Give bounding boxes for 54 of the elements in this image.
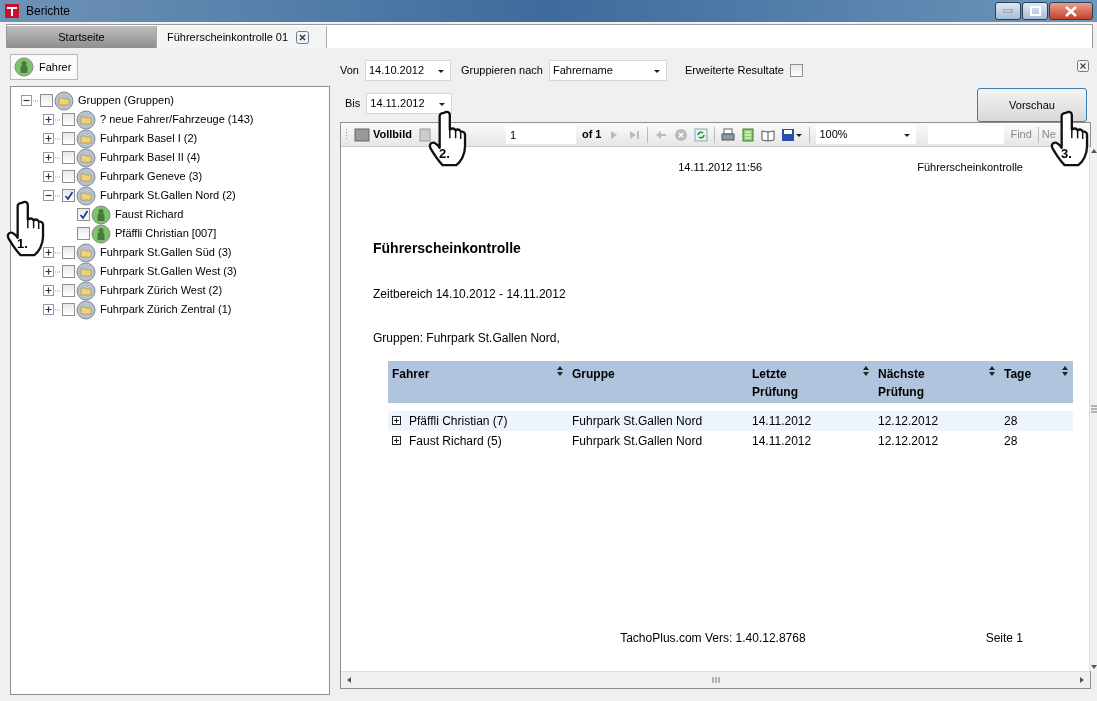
tree-item[interactable]: Fuhrpark St.Gallen Nord (2): [100, 187, 236, 204]
page-count-label: of: [581, 127, 593, 143]
report-title: Führerscheinkontrolle: [373, 238, 522, 258]
table-cell: 28: [1004, 433, 1018, 448]
date-picker[interactable]: 14.11.2012: [366, 93, 453, 114]
table-cell: 28: [1004, 413, 1018, 428]
report-date-range: Zeitbereich 14.10.2012 - 14.11.2012: [373, 285, 567, 303]
dropdown[interactable]: Fahrername: [548, 60, 667, 81]
table-cell: Fuhrpark St.Gallen Nord: [572, 433, 703, 448]
page-number: Seite 1: [985, 630, 1023, 647]
field-label: Gruppieren nach: [460, 63, 543, 79]
page-count: 1: [595, 127, 602, 143]
table-cell: 12.12.2012: [878, 413, 939, 428]
step-label: 2.: [439, 147, 450, 160]
tab[interactable]: Startseite: [7, 26, 157, 48]
field-label: Von: [340, 63, 359, 79]
zoom-dropdown[interactable]: 100%: [816, 125, 917, 144]
tree-item[interactable]: Fuhrpark Zürich West (2): [100, 282, 223, 299]
report-header-title: Führerscheinkontrolle: [917, 160, 1023, 175]
column-header[interactable]: Nächste Prüfung: [874, 360, 1000, 403]
window-title: Berichte: [26, 3, 71, 20]
table-cell: 14.11.2012: [752, 413, 812, 428]
table-cell-text: Faust Richard (5): [409, 432, 502, 450]
tree-item[interactable]: Fuhrpark St.Gallen West (3): [100, 263, 237, 280]
report-timestamp: 14.11.2012 11:56: [678, 160, 763, 175]
table-cell-text: Pfäffli Christian (7): [409, 412, 508, 430]
tree-item[interactable]: Faust Richard: [115, 206, 184, 223]
field-label: Bis: [345, 96, 361, 112]
tree-item[interactable]: Fuhrpark St.Gallen Süd (3): [100, 244, 232, 261]
tree-item[interactable]: Gruppen (Gruppen): [78, 92, 174, 109]
field-label: Erweiterte Resultate: [684, 63, 784, 79]
table-cell: Fuhrpark St.Gallen Nord: [572, 413, 703, 428]
table-cell: 14.11.2012: [752, 433, 812, 448]
report-footer-version: TachoPlus.com Vers: 1.40.12.8768: [620, 630, 806, 647]
tree-item[interactable]: Fuhrpark Basel II (4): [100, 149, 201, 166]
step-label: 1.: [17, 237, 28, 250]
tree-item[interactable]: Fuhrpark Basel I (2): [100, 130, 198, 147]
tree-item[interactable]: Fuhrpark Zürich Zentral (1): [100, 301, 232, 318]
tree-item[interactable]: ? neue Fahrer/Fahrzeuge (143): [100, 111, 254, 128]
column-header[interactable]: Fahrer: [388, 360, 568, 403]
column-header[interactable]: Letzte Prüfung: [748, 360, 874, 403]
page-field[interactable]: 1: [505, 125, 576, 144]
tree-item[interactable]: Pfäffli Christian [007]: [115, 225, 217, 242]
step-label: 3.: [1061, 147, 1072, 160]
column-header[interactable]: Tage: [1000, 360, 1073, 403]
tab[interactable]: Führerscheinkontrolle 01: [157, 26, 327, 48]
tree-item[interactable]: Fuhrpark Geneve (3): [100, 168, 203, 185]
fullscreen-button[interactable]: Vollbild: [354, 126, 412, 143]
column-header[interactable]: Gruppe: [568, 360, 748, 403]
preview-button[interactable]: Vorschau: [977, 88, 1087, 122]
report-groups: Gruppen: Fuhrpark St.Gallen Nord,: [373, 328, 1073, 347]
date-picker[interactable]: 14.10.2012: [364, 60, 451, 81]
table-cell: 12.12.2012: [878, 433, 939, 448]
driver-tab[interactable]: Fahrer: [10, 54, 79, 80]
